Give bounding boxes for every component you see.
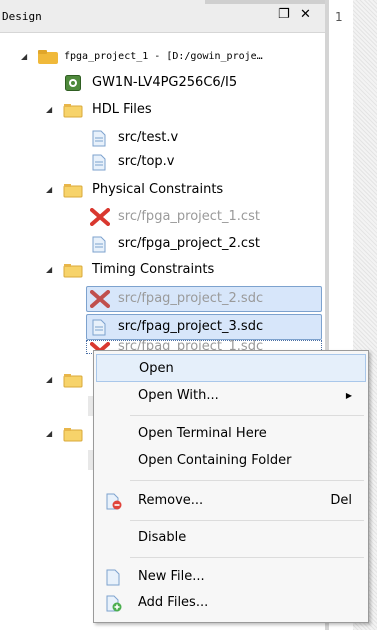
- tree-item-timing-constraints[interactable]: ◢ Timing Constraints: [0, 259, 325, 281]
- panel-titlebar: Design ❐ ✕: [0, 0, 325, 33]
- device-label: GW1N-LV4PG256C6/I5: [92, 75, 238, 90]
- error-x-icon: [90, 290, 110, 308]
- menu-separator: [130, 480, 364, 481]
- expand-arrow-icon[interactable]: ◢: [46, 179, 52, 201]
- folder-icon: [63, 184, 83, 198]
- menu-label: Disable: [138, 530, 187, 545]
- menu-separator: [130, 415, 364, 416]
- folder-label: Physical Constraints: [92, 182, 224, 197]
- file-icon: [92, 154, 106, 171]
- tree-item-file[interactable]: src/test.v: [0, 127, 325, 149]
- context-menu: Open Open With... ▶ Open Terminal Here O…: [93, 350, 369, 623]
- menu-shortcut: Del: [330, 493, 352, 508]
- menu-label: Open With...: [138, 388, 219, 403]
- folder-icon: [63, 264, 83, 278]
- file-label: src/fpga_project_1.cst: [118, 209, 260, 224]
- file-icon: [92, 130, 106, 147]
- expand-arrow-icon[interactable]: ◢: [46, 369, 52, 391]
- file-icon: [92, 236, 106, 253]
- tree-item-file[interactable]: src/fpga_project_2.cst: [0, 233, 325, 255]
- menu-item-open-terminal[interactable]: Open Terminal Here: [96, 420, 366, 448]
- file-label: src/fpag_project_2.sdc: [118, 291, 264, 306]
- submenu-arrow-icon: ▶: [345, 391, 352, 400]
- menu-separator: [130, 557, 364, 558]
- expand-arrow-icon[interactable]: ◢: [46, 259, 52, 281]
- menu-item-open-containing-folder[interactable]: Open Containing Folder: [96, 447, 366, 475]
- file-label: src/fpag_project_3.sdc: [118, 319, 264, 334]
- chip-icon: [65, 75, 81, 91]
- file-label: src/test.v: [118, 130, 179, 145]
- menu-label: Add Files...: [138, 595, 209, 610]
- file-label: src/fpga_project_2.cst: [118, 236, 260, 251]
- add-files-icon: [106, 595, 122, 612]
- remove-file-icon: [106, 493, 122, 510]
- new-file-icon: [106, 569, 120, 586]
- panel-title: Design: [2, 10, 42, 23]
- menu-label: Remove...: [138, 493, 204, 508]
- tree-item-file-selected[interactable]: src/fpag_project_3.sdc: [0, 316, 325, 338]
- line-number: 1: [335, 10, 343, 24]
- expand-arrow-icon[interactable]: ◢: [21, 46, 27, 68]
- menu-separator: [130, 520, 364, 521]
- folder-icon: [63, 374, 83, 388]
- tree-item-device[interactable]: GW1N-LV4PG256C6/I5: [0, 72, 325, 94]
- expand-arrow-icon[interactable]: ◢: [46, 423, 52, 445]
- project-folder-icon: [38, 50, 58, 64]
- menu-item-disable[interactable]: Disable: [96, 524, 366, 552]
- tree-item-folder[interactable]: ◢: [0, 423, 95, 445]
- close-panel-icon[interactable]: ✕: [300, 7, 311, 22]
- menu-label: New File...: [138, 569, 205, 584]
- tree-item-file-disabled-selected[interactable]: src/fpag_project_2.sdc: [0, 288, 325, 310]
- tree-item-folder[interactable]: ◢: [0, 369, 95, 391]
- tree-item-hdl-files[interactable]: ◢ HDL Files: [0, 99, 325, 121]
- menu-item-add-files[interactable]: Add Files...: [96, 589, 366, 617]
- menu-label: Open: [139, 361, 174, 376]
- tree-item-file-disabled[interactable]: src/fpga_project_1.cst: [0, 206, 325, 228]
- menu-item-remove[interactable]: Remove... Del: [96, 487, 366, 515]
- tree-item-physical-constraints[interactable]: ◢ Physical Constraints: [0, 179, 325, 201]
- tree-item-project[interactable]: ◢ fpga_project_1 - [D:/gowin_proje…: [0, 46, 325, 68]
- folder-label: HDL Files: [92, 102, 152, 117]
- file-icon: [92, 319, 106, 336]
- project-label: fpga_project_1 - [D:/gowin_proje…: [64, 51, 263, 62]
- folder-label: Timing Constraints: [92, 262, 215, 277]
- expand-arrow-icon[interactable]: ◢: [46, 99, 52, 121]
- tree-item-file[interactable]: src/top.v: [0, 151, 325, 173]
- folder-icon: [63, 428, 83, 442]
- error-x-icon: [90, 208, 110, 226]
- menu-label: Open Containing Folder: [138, 453, 292, 468]
- float-panel-icon[interactable]: ❐: [278, 7, 290, 22]
- tab-strip: [205, 0, 325, 4]
- file-label: src/top.v: [118, 154, 175, 169]
- menu-item-open[interactable]: Open: [96, 354, 366, 382]
- menu-label: Open Terminal Here: [138, 426, 267, 441]
- folder-icon: [63, 104, 83, 118]
- menu-item-new-file[interactable]: New File...: [96, 563, 366, 591]
- menu-item-open-with[interactable]: Open With... ▶: [96, 382, 366, 410]
